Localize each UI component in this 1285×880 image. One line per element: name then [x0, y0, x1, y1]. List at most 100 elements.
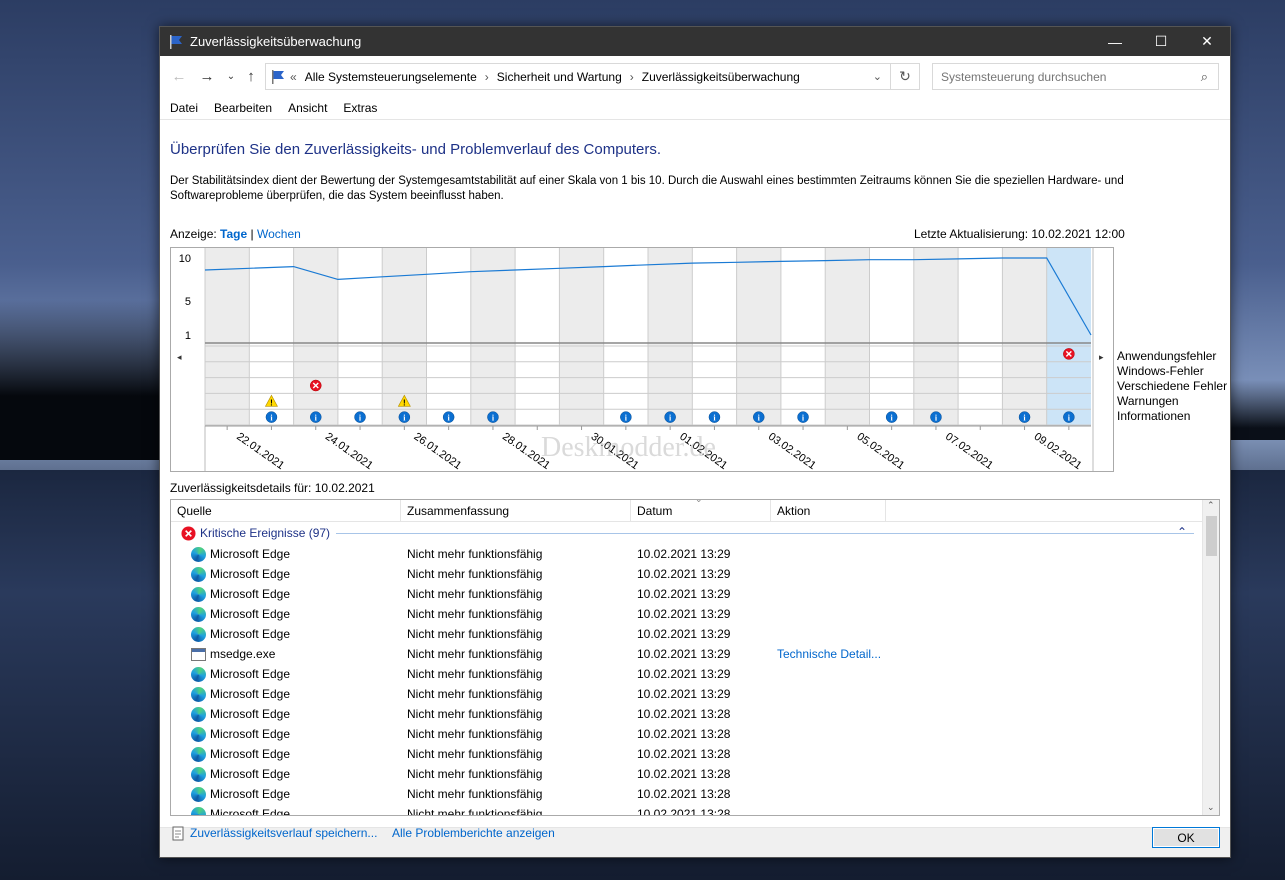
search-box[interactable]: ⌕ [932, 63, 1219, 90]
day-column[interactable] [603, 248, 648, 426]
row-summary: Nicht mehr funktionsfähig [407, 667, 543, 681]
day-column[interactable] [869, 248, 914, 426]
maximize-button[interactable]: ☐ [1138, 27, 1184, 56]
table-row[interactable]: Microsoft Edge Nicht mehr funktionsfähig 1… [171, 784, 1219, 804]
search-input[interactable] [941, 69, 1191, 84]
flag-icon [170, 34, 182, 49]
y-tick-label: 10 [179, 253, 191, 265]
ok-button[interactable]: OK [1152, 827, 1220, 848]
day-column[interactable] [913, 248, 959, 426]
breadcrumb-overflow[interactable]: « [290, 70, 297, 84]
save-history-link[interactable]: Zuverlässigkeitsverlauf speichern... [190, 826, 377, 840]
breadcrumb-separator[interactable]: › [485, 70, 489, 84]
technical-details-link[interactable]: Technische Detail... [771, 647, 921, 661]
table-row[interactable]: Microsoft Edge Nicht mehr funktionsfähig 1… [171, 704, 1219, 724]
day-column[interactable] [426, 248, 471, 426]
menu-file[interactable]: Datei [170, 101, 198, 115]
breadcrumb-item-security[interactable]: Sicherheit und Wartung [497, 70, 622, 84]
day-column[interactable] [780, 248, 826, 426]
menu-view[interactable]: Ansicht [288, 101, 327, 115]
group-label: Kritische Ereignisse (97) [200, 526, 331, 540]
edge-icon [191, 746, 206, 762]
row-source: Microsoft Edge [210, 627, 291, 641]
breadcrumb-separator[interactable]: › [630, 70, 634, 84]
forward-arrow-icon[interactable]: → [200, 68, 215, 85]
table-row[interactable]: Microsoft Edge Nicht mehr funktionsfähig 1… [171, 564, 1219, 584]
up-arrow-icon[interactable]: ↑ [244, 68, 258, 85]
row-summary: Nicht mehr funktionsfähig [407, 607, 543, 621]
view-all-reports-link[interactable]: Alle Problemberichte anzeigen [392, 826, 555, 840]
back-arrow-icon[interactable]: ← [172, 68, 187, 85]
scroll-up-arrow-icon[interactable]: ⌃ [1207, 500, 1215, 511]
scrollbar-thumb[interactable] [1206, 516, 1217, 556]
day-column[interactable] [205, 248, 250, 426]
stability-chart-svg[interactable]: ◂ ▸1051! !i i i i i i i i i i i i i i i22.01.2021 24.01.2… [171, 248, 1113, 472]
edge-icon [191, 546, 206, 562]
address-bar[interactable]: « Alle Systemsteuerungselemente › Sicher… [265, 63, 891, 90]
table-row[interactable]: Microsoft Edge Nicht mehr funktionsfähig 1… [171, 764, 1219, 784]
row-source: Microsoft Edge [210, 687, 291, 701]
x-tick-label: 26.01.2021 [411, 431, 463, 471]
day-column[interactable] [958, 248, 1003, 426]
minimize-button[interactable]: — [1092, 27, 1138, 56]
table-row[interactable]: Microsoft Edge Nicht mehr funktionsfähig 1… [171, 584, 1219, 604]
table-row[interactable]: Microsoft Edge Nicht mehr funktionsfähig 1… [171, 724, 1219, 744]
table-row[interactable]: Microsoft Edge Nicht mehr funktionsfähig 1… [171, 544, 1219, 564]
refresh-icon: ↻ [899, 68, 911, 84]
menu-extras[interactable]: Extras [343, 101, 377, 115]
vertical-scrollbar[interactable]: ⌃ ⌄ [1202, 500, 1219, 815]
chart-next-arrow-icon[interactable]: ▸ [1099, 352, 1104, 362]
collapse-chevron-up-icon[interactable]: ⌃ [1177, 525, 1187, 539]
recent-chevron-down-icon[interactable]: ⌄ [224, 69, 238, 83]
day-column[interactable] [825, 248, 870, 426]
group-critical-events[interactable]: Kritische Ereignisse (97) ⌃ [171, 522, 1219, 544]
address-dropdown-chevron-icon[interactable]: ⌄ [873, 70, 882, 83]
legend-information: Informationen [1117, 409, 1191, 423]
table-row[interactable]: Microsoft Edge Nicht mehr funktionsfähig 1… [171, 604, 1219, 624]
breadcrumb-item-control-panel[interactable]: Alle Systemsteuerungselemente [305, 70, 477, 84]
chart-prev-arrow-icon[interactable]: ◂ [177, 352, 182, 362]
day-column[interactable] [1046, 248, 1091, 426]
scroll-down-arrow-icon[interactable]: ⌄ [1207, 802, 1215, 813]
day-column[interactable] [470, 248, 516, 426]
column-header-date[interactable]: Datum ⌄ [631, 500, 771, 521]
view-days-link[interactable]: Tage [220, 227, 247, 241]
row-summary: Nicht mehr funktionsfähig [407, 767, 543, 781]
search-icon[interactable]: ⌕ [1201, 69, 1208, 85]
last-update-text: Letzte Aktualisierung: 10.02.2021 12:00 [914, 227, 1125, 241]
table-row[interactable]: Microsoft Edge Nicht mehr funktionsfähig 1… [171, 624, 1219, 644]
view-weeks-link[interactable]: Wochen [257, 227, 301, 241]
x-tick-label: 05.02.2021 [854, 431, 906, 471]
day-column[interactable] [692, 248, 737, 426]
day-column[interactable] [337, 248, 383, 426]
row-summary: Nicht mehr funktionsfähig [407, 627, 543, 641]
day-column[interactable] [293, 248, 338, 426]
table-row[interactable]: Microsoft Edge Nicht mehr funktionsfähig 1… [171, 684, 1219, 704]
day-column[interactable] [648, 248, 693, 426]
table-row[interactable]: Microsoft Edge Nicht mehr funktionsfähig 1… [171, 804, 1219, 815]
table-row[interactable]: msedge.exe Nicht mehr funktionsfähig 10.02… [171, 644, 1219, 664]
warning-marker-glyph: ! [270, 398, 273, 407]
close-button[interactable]: ✕ [1184, 27, 1230, 56]
chart-legend: Anwendungsfehler Windows-Fehler Verschie… [1117, 349, 1227, 424]
column-header-source[interactable]: Quelle [171, 500, 401, 521]
table-row[interactable]: Microsoft Edge Nicht mehr funktionsfähig 1… [171, 664, 1219, 684]
row-source: Microsoft Edge [210, 787, 291, 801]
day-column[interactable] [1002, 248, 1047, 426]
title-bar[interactable]: Zuverlässigkeitsüberwachung — ☐ ✕ [160, 27, 1230, 56]
day-column[interactable] [736, 248, 781, 426]
row-source: Microsoft Edge [210, 587, 291, 601]
legend-app-errors: Anwendungsfehler [1117, 349, 1217, 363]
day-column[interactable] [559, 248, 604, 426]
day-column[interactable] [515, 248, 560, 426]
column-header-summary[interactable]: Zusammenfassung [401, 500, 631, 521]
stability-chart[interactable]: ◂ ▸ 10 5 1!! i i i i i i i i i i i i i i i 22.01.2021 24.01.2… [170, 247, 1114, 472]
menu-bar: Datei Bearbeiten Ansicht Extras [160, 96, 1230, 120]
table-row[interactable]: Microsoft Edge Nicht mehr funktionsfähig 1… [171, 744, 1219, 764]
table-rows: Microsoft Edge Nicht mehr funktionsfähig 1… [171, 544, 1219, 815]
menu-edit[interactable]: Bearbeiten [214, 101, 272, 115]
refresh-button[interactable]: ↻ [891, 63, 920, 90]
row-date: 10.02.2021 13:29 [637, 587, 731, 601]
column-header-action[interactable]: Aktion [771, 500, 886, 521]
breadcrumb-item-reliability[interactable]: Zuverlässigkeitsüberwachung [642, 70, 800, 84]
